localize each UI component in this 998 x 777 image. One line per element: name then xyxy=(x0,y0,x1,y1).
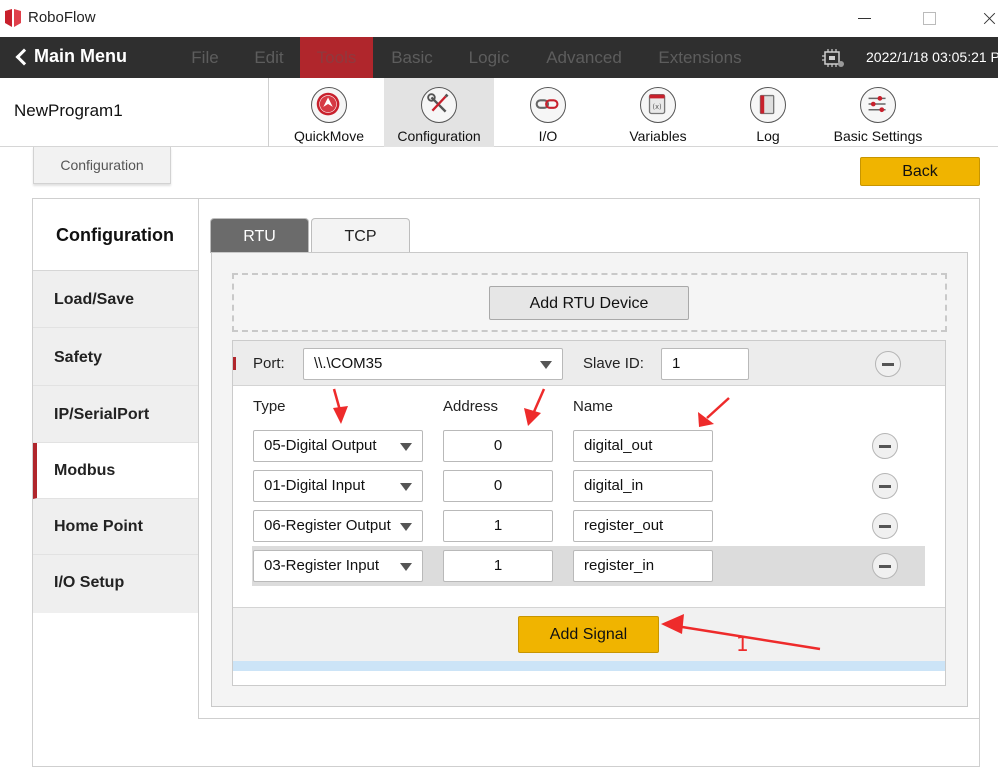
side-nav-header: Configuration xyxy=(33,199,199,271)
tool-io-label: I/O xyxy=(538,128,558,144)
remove-device-button[interactable] xyxy=(875,351,901,377)
signal-type-value: 06-Register Output xyxy=(264,517,391,534)
sidebar-item-ip-serialport[interactable]: IP/SerialPort xyxy=(33,387,199,443)
scroll-strip xyxy=(233,661,945,671)
remove-signal-button[interactable] xyxy=(872,553,898,579)
toolbar: NewProgram1 QuickMove Configuration I/O … xyxy=(0,78,998,147)
app-title: RoboFlow xyxy=(28,9,96,26)
signal-type-value: 01-Digital Input xyxy=(264,477,365,494)
signal-type-value: 03-Register Input xyxy=(264,557,380,574)
port-select[interactable]: \\.\COM35 xyxy=(303,348,563,380)
tool-variables-label: Variables xyxy=(629,128,687,144)
variables-icon: (x) xyxy=(640,87,676,123)
menu-advanced[interactable]: Advanced xyxy=(536,37,632,78)
tool-configuration-label: Configuration xyxy=(397,128,481,144)
title-bar: RoboFlow xyxy=(0,0,998,37)
controller-chip-icon xyxy=(822,49,844,67)
chevron-down-icon xyxy=(400,483,412,491)
log-book-icon xyxy=(750,87,786,123)
column-type: Type xyxy=(253,398,286,415)
signal-address-input[interactable]: 0 xyxy=(443,430,553,462)
wrench-screwdriver-icon xyxy=(421,87,457,123)
menu-logic[interactable]: Logic xyxy=(457,37,521,78)
chevron-down-icon xyxy=(400,563,412,571)
main-menu-button[interactable]: Main Menu xyxy=(12,46,127,67)
chevron-left-icon xyxy=(15,48,33,65)
menu-file[interactable]: File xyxy=(176,37,234,78)
svg-text:(x): (x) xyxy=(653,103,662,111)
back-button[interactable]: Back xyxy=(860,157,980,186)
sidebar-item-safety[interactable]: Safety xyxy=(33,330,199,386)
datetime-readout: 2022/1/18 03:05:21 P xyxy=(866,49,998,65)
toolbar-divider xyxy=(268,78,269,147)
menu-basic[interactable]: Basic xyxy=(380,37,444,78)
menu-edit[interactable]: Edit xyxy=(242,37,296,78)
signal-name-input[interactable]: register_in xyxy=(573,550,713,582)
sidebar-item-modbus[interactable]: Modbus xyxy=(33,443,199,499)
tool-quickmove-label: QuickMove xyxy=(293,128,365,144)
port-value: \\.\COM35 xyxy=(314,355,383,372)
tab-rtu[interactable]: RTU xyxy=(210,218,309,253)
column-name: Name xyxy=(573,398,614,415)
signal-address-input[interactable]: 1 xyxy=(443,550,553,582)
menu-tools[interactable]: Tools xyxy=(300,37,373,78)
chevron-down-icon xyxy=(400,523,412,531)
tool-log[interactable]: Log xyxy=(713,78,823,147)
io-link-icon xyxy=(530,87,566,123)
tool-io[interactable]: I/O xyxy=(493,78,603,147)
sidebar-item-home-point[interactable]: Home Point xyxy=(33,499,199,555)
sliders-icon xyxy=(860,87,896,123)
tab-tcp[interactable]: TCP xyxy=(311,218,410,253)
chevron-down-icon xyxy=(540,361,552,369)
tool-log-label: Log xyxy=(756,128,780,144)
maximize-button[interactable] xyxy=(914,5,944,31)
sidebar-item-load-save[interactable]: Load/Save xyxy=(33,272,199,328)
remove-signal-button[interactable] xyxy=(872,433,898,459)
sidebar-item-label: IP/SerialPort xyxy=(54,406,150,423)
device-marker xyxy=(233,357,236,370)
tool-basic-settings-label: Basic Settings xyxy=(833,128,923,144)
remove-signal-button[interactable] xyxy=(872,473,898,499)
roboflow-window: RoboFlow Main Menu File Edit Tools Basic… xyxy=(0,0,998,777)
column-address: Address xyxy=(443,398,499,415)
signal-type-select[interactable]: 05-Digital Output xyxy=(253,430,423,462)
sidebar-item-io-setup[interactable]: I/O Setup xyxy=(33,555,199,611)
signal-address-input[interactable]: 1 xyxy=(443,510,553,542)
port-label: Port: xyxy=(253,355,285,372)
signal-type-select[interactable]: 06-Register Output xyxy=(253,510,423,542)
chevron-down-icon xyxy=(400,443,412,451)
quickmove-icon xyxy=(311,87,347,123)
minimize-button[interactable] xyxy=(850,5,880,31)
remove-signal-button[interactable] xyxy=(872,513,898,539)
sidebar-item-label: Home Point xyxy=(54,518,143,535)
add-rtu-device-button[interactable]: Add RTU Device xyxy=(489,286,689,320)
sidebar-item-label: Load/Save xyxy=(54,291,135,308)
program-name: NewProgram1 xyxy=(14,101,123,120)
signal-type-value: 05-Digital Output xyxy=(264,437,377,454)
sidebar-item-label: Modbus xyxy=(54,462,116,479)
sidebar-item-label: Safety xyxy=(54,349,103,366)
breadcrumb: Configuration xyxy=(33,147,171,184)
signal-name-input[interactable]: digital_out xyxy=(573,430,713,462)
signal-name-input[interactable]: digital_in xyxy=(573,470,713,502)
slave-id-label: Slave ID: xyxy=(583,355,644,372)
signal-name-input[interactable]: register_out xyxy=(573,510,713,542)
menu-extensions[interactable]: Extensions xyxy=(647,37,753,78)
slave-id-input[interactable]: 1 xyxy=(661,348,749,380)
main-menu-label: Main Menu xyxy=(34,46,127,66)
menu-bar: Main Menu File Edit Tools Basic Logic Ad… xyxy=(0,37,998,78)
roboflow-logo-icon xyxy=(5,9,21,27)
add-signal-button[interactable]: Add Signal xyxy=(518,616,659,653)
sidebar-item-label: I/O Setup xyxy=(54,574,125,591)
tool-configuration[interactable]: Configuration xyxy=(384,78,494,147)
side-nav-title: Configuration xyxy=(56,225,174,245)
signal-type-select[interactable]: 03-Register Input xyxy=(253,550,423,582)
signal-address-input[interactable]: 0 xyxy=(443,470,553,502)
tool-basic-settings[interactable]: Basic Settings xyxy=(823,78,933,147)
close-window-button[interactable] xyxy=(975,5,998,31)
signal-type-select[interactable]: 01-Digital Input xyxy=(253,470,423,502)
tool-quickmove[interactable]: QuickMove xyxy=(274,78,384,147)
tool-variables[interactable]: (x) Variables xyxy=(603,78,713,147)
